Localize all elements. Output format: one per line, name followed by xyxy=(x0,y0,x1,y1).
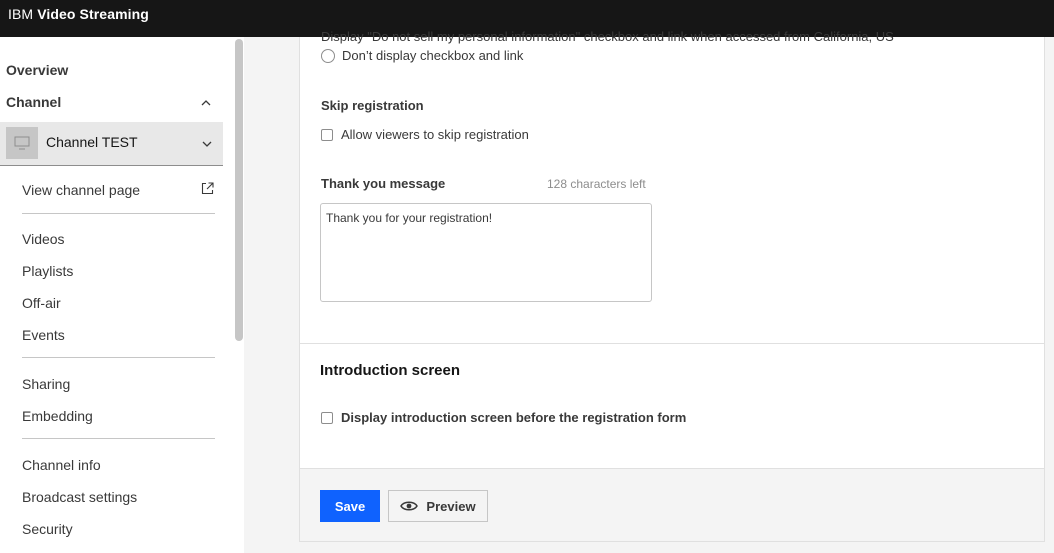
panel-bottom-border xyxy=(299,541,1045,542)
sidebar-item-videos[interactable]: Videos xyxy=(22,231,65,247)
checkbox-label: Display introduction screen before the r… xyxy=(341,410,687,425)
skip-registration-checkbox[interactable] xyxy=(321,128,333,141)
sidebar-item-events[interactable]: Events xyxy=(22,327,65,343)
save-button[interactable]: Save xyxy=(320,490,380,522)
brand-name: Video Streaming xyxy=(37,6,149,22)
channel-thumbnail xyxy=(6,127,38,159)
eye-icon xyxy=(400,501,419,511)
thank-you-message-field[interactable]: Thank you for your registration! xyxy=(320,203,652,302)
sidebar-divider xyxy=(22,357,215,358)
sidebar-item-overview[interactable]: Overview xyxy=(6,62,68,78)
chevron-up-icon[interactable] xyxy=(200,97,212,109)
intro-screen-checkbox[interactable] xyxy=(321,411,333,424)
dont-display-radio-option[interactable]: Don’t display checkbox and link xyxy=(321,48,523,63)
content-gutter xyxy=(244,37,278,553)
sidebar-section-channel[interactable]: Channel xyxy=(6,94,61,110)
channel-selector[interactable]: Channel TEST xyxy=(0,122,223,166)
sidebar-scrollbar[interactable] xyxy=(232,37,244,553)
sidebar-item-security[interactable]: Security xyxy=(22,521,73,537)
settings-panel: Display "Do not sell my personal informa… xyxy=(299,29,1045,542)
sidebar-item-off-air[interactable]: Off-air xyxy=(22,295,61,311)
introduction-screen-title: Introduction screen xyxy=(320,362,461,379)
skip-registration-option[interactable]: Allow viewers to skip registration xyxy=(321,127,529,142)
sidebar-item-channel-info[interactable]: Channel info xyxy=(22,457,101,473)
sidebar-item-playlists[interactable]: Playlists xyxy=(22,263,73,279)
section-divider xyxy=(300,343,1044,344)
sidebar-item-broadcast-settings[interactable]: Broadcast settings xyxy=(22,489,137,505)
monitor-icon xyxy=(14,136,30,150)
preview-button[interactable]: Preview xyxy=(388,490,488,522)
brand-logo[interactable]: IBM Video Streaming xyxy=(8,6,149,22)
characters-left-counter: 128 characters left xyxy=(547,177,646,191)
sidebar-item-view-channel-page[interactable]: View channel page xyxy=(22,182,140,198)
channel-name: Channel TEST xyxy=(46,134,138,150)
sidebar-item-sharing[interactable]: Sharing xyxy=(22,376,70,392)
chevron-down-icon[interactable] xyxy=(201,138,213,150)
ccpa-display-option[interactable]: Display "Do not sell my personal informa… xyxy=(321,29,894,44)
thank-you-label: Thank you message xyxy=(321,176,446,191)
radio-label: Don’t display checkbox and link xyxy=(342,48,524,63)
sidebar-divider xyxy=(22,213,215,214)
form-footer: Save Preview xyxy=(300,468,1044,542)
scrollbar-thumb[interactable] xyxy=(235,39,243,341)
sidebar-item-embedding[interactable]: Embedding xyxy=(22,408,93,424)
brand-prefix: IBM xyxy=(8,6,34,22)
sidebar-divider xyxy=(22,438,215,439)
sidebar: Overview Channel Channel TEST View chann… xyxy=(0,37,232,553)
external-link-icon[interactable] xyxy=(201,182,214,195)
radio-button[interactable] xyxy=(321,48,335,63)
skip-registration-label: Skip registration xyxy=(321,98,424,113)
preview-label: Preview xyxy=(426,498,476,514)
checkbox-label: Allow viewers to skip registration xyxy=(341,127,529,142)
intro-screen-option[interactable]: Display introduction screen before the r… xyxy=(321,410,686,425)
